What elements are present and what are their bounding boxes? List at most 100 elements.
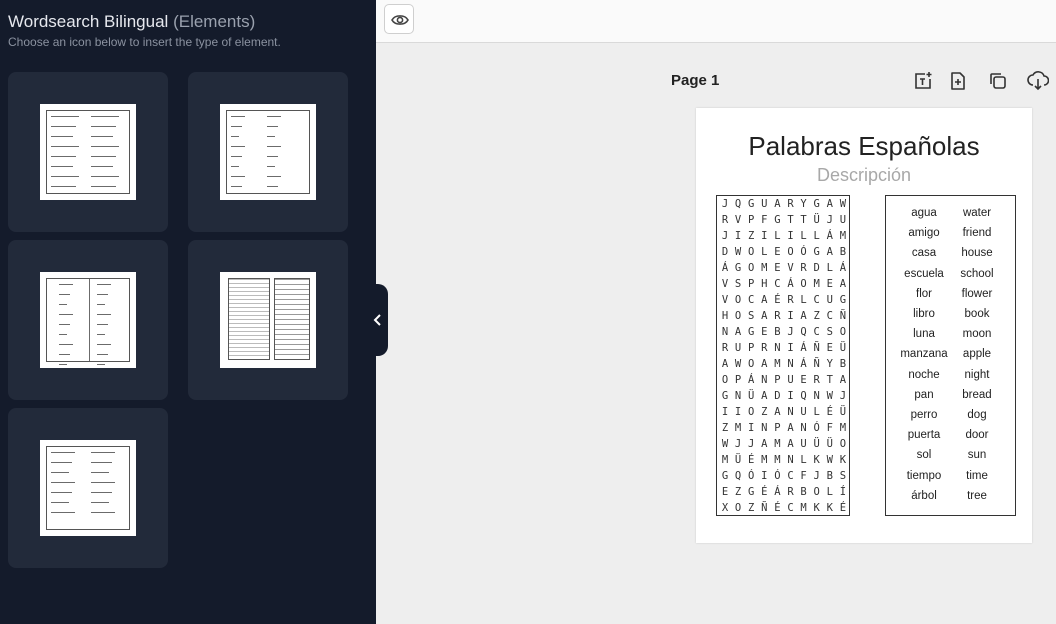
grid-letter: J bbox=[787, 326, 794, 338]
sidebar-subtitle: Choose an icon below to insert the type … bbox=[8, 35, 281, 49]
collapse-sidebar-button[interactable] bbox=[368, 284, 388, 356]
element-card-spanish-english-columns[interactable] bbox=[8, 240, 168, 400]
grid-letter: Ñ bbox=[761, 502, 768, 514]
worksheet-description[interactable]: Descripción bbox=[696, 165, 1032, 186]
page-label: Page 1 bbox=[671, 72, 720, 89]
grid-letter: W bbox=[839, 198, 847, 210]
grid-letter: R bbox=[787, 486, 794, 498]
element-card-english-word-list[interactable] bbox=[188, 72, 348, 232]
grid-letter: Ñ bbox=[839, 310, 847, 322]
grid-letter: Á bbox=[774, 486, 781, 498]
thumbnail-line bbox=[91, 156, 116, 158]
grid-letter: N bbox=[800, 422, 807, 434]
grid-letter: N bbox=[787, 406, 794, 418]
thumbnail-line bbox=[97, 284, 111, 286]
chevron-left-icon bbox=[373, 314, 381, 326]
grid-letter: M bbox=[774, 454, 781, 466]
grid-letter: X bbox=[721, 502, 729, 514]
preview-button[interactable] bbox=[384, 4, 414, 34]
add-page-icon bbox=[951, 72, 965, 90]
grid-letter: Ü bbox=[748, 390, 755, 402]
thumbnail-line bbox=[97, 324, 108, 326]
grid-letter: I bbox=[734, 406, 742, 418]
grid-letter: L bbox=[813, 230, 820, 242]
grid-letter: E bbox=[826, 278, 833, 290]
grid-letter: O bbox=[787, 246, 794, 258]
wordsearch-grid[interactable]: JQGUARYGAWRVPFGTTÜJUJIZILILLÁMDWOLEOÓGAB… bbox=[716, 195, 850, 516]
grid-letter: Ó bbox=[774, 470, 781, 482]
duplicate-page-button[interactable] bbox=[987, 70, 1009, 92]
thumbnail-line bbox=[97, 354, 108, 356]
grid-letter: A bbox=[787, 438, 794, 450]
grid-letter: Q bbox=[800, 326, 807, 338]
thumbnail-line bbox=[231, 156, 242, 158]
grid-letter: C bbox=[787, 470, 794, 482]
worksheet-title[interactable]: Palabras Españolas bbox=[696, 131, 1032, 162]
add-text-button[interactable] bbox=[912, 70, 934, 92]
grid-letter: A bbox=[734, 326, 742, 338]
thumbnail-line bbox=[97, 294, 108, 296]
grid-letter: A bbox=[774, 198, 781, 210]
grid-letter: H bbox=[761, 278, 768, 290]
grid-letter: P bbox=[748, 278, 755, 290]
grid-letter: A bbox=[761, 294, 768, 306]
top-toolbar bbox=[376, 0, 1056, 43]
thumbnail-line bbox=[267, 186, 278, 188]
grid-letter: O bbox=[734, 310, 742, 322]
grid-letter: L bbox=[774, 230, 781, 242]
sidebar-title: Wordsearch Bilingual (Elements) bbox=[8, 12, 256, 31]
grid-letter: I bbox=[748, 422, 755, 434]
add-page-button[interactable] bbox=[947, 70, 969, 92]
grid-letter: S bbox=[839, 470, 847, 482]
element-card-word-pairs-two-column[interactable] bbox=[8, 72, 168, 232]
grid-letter: L bbox=[826, 262, 833, 274]
thumbnail-line bbox=[231, 136, 239, 138]
thumbnail-line bbox=[231, 186, 242, 188]
grid-letter: A bbox=[826, 246, 833, 258]
english-word: house bbox=[961, 247, 993, 260]
grid-letter: Ü bbox=[813, 214, 820, 226]
grid-letter: I bbox=[787, 230, 794, 242]
thumbnail-line bbox=[231, 126, 242, 128]
grid-letter: A bbox=[761, 390, 768, 402]
grid-letter: P bbox=[774, 374, 781, 386]
grid-letter: I bbox=[787, 342, 794, 354]
thumbnail-line bbox=[91, 116, 119, 118]
grid-letter: N bbox=[734, 390, 742, 402]
grid-letter: L bbox=[800, 230, 807, 242]
grid-letter: B bbox=[800, 486, 807, 498]
thumbnail-line bbox=[51, 512, 75, 514]
grid-letter: E bbox=[774, 246, 781, 258]
grid-letter: E bbox=[774, 262, 781, 274]
grid-letter: U bbox=[800, 406, 807, 418]
grid-letter: E bbox=[761, 326, 768, 338]
grid-letter: R bbox=[774, 310, 781, 322]
grid-letter: A bbox=[800, 310, 807, 322]
grid-letter: É bbox=[839, 502, 847, 514]
grid-letter: G bbox=[748, 326, 755, 338]
grid-letter: O bbox=[734, 294, 742, 306]
download-button[interactable] bbox=[1027, 70, 1050, 92]
grid-letter: P bbox=[748, 214, 755, 226]
grid-letter: O bbox=[748, 358, 755, 370]
english-word: sun bbox=[967, 449, 987, 462]
grid-letter: N bbox=[787, 454, 794, 466]
grid-letter: M bbox=[800, 502, 807, 514]
word-list[interactable]: agua water amigo friend casa house escuela scho… bbox=[885, 195, 1016, 516]
english-word: flower bbox=[961, 287, 993, 300]
grid-letter: J bbox=[839, 390, 847, 402]
grid-letter: O bbox=[748, 246, 755, 258]
grid-letter: É bbox=[774, 294, 781, 306]
grid-letter: Á bbox=[826, 230, 833, 242]
element-card-wordsearch-grid[interactable] bbox=[188, 240, 348, 400]
grid-letter: C bbox=[748, 294, 755, 306]
thumbnail-line bbox=[91, 482, 115, 484]
grid-letter: Z bbox=[813, 310, 820, 322]
grid-letter: B bbox=[839, 358, 847, 370]
grid-letter: A bbox=[721, 358, 729, 370]
grid-letter: G bbox=[734, 262, 742, 274]
element-card-word-pairs-parenthetical[interactable] bbox=[8, 408, 168, 568]
grid-letter: G bbox=[813, 246, 820, 258]
thumbnail-line bbox=[91, 136, 113, 138]
worksheet-page: Palabras Españolas Descripción JQGUARYGA… bbox=[696, 108, 1032, 543]
